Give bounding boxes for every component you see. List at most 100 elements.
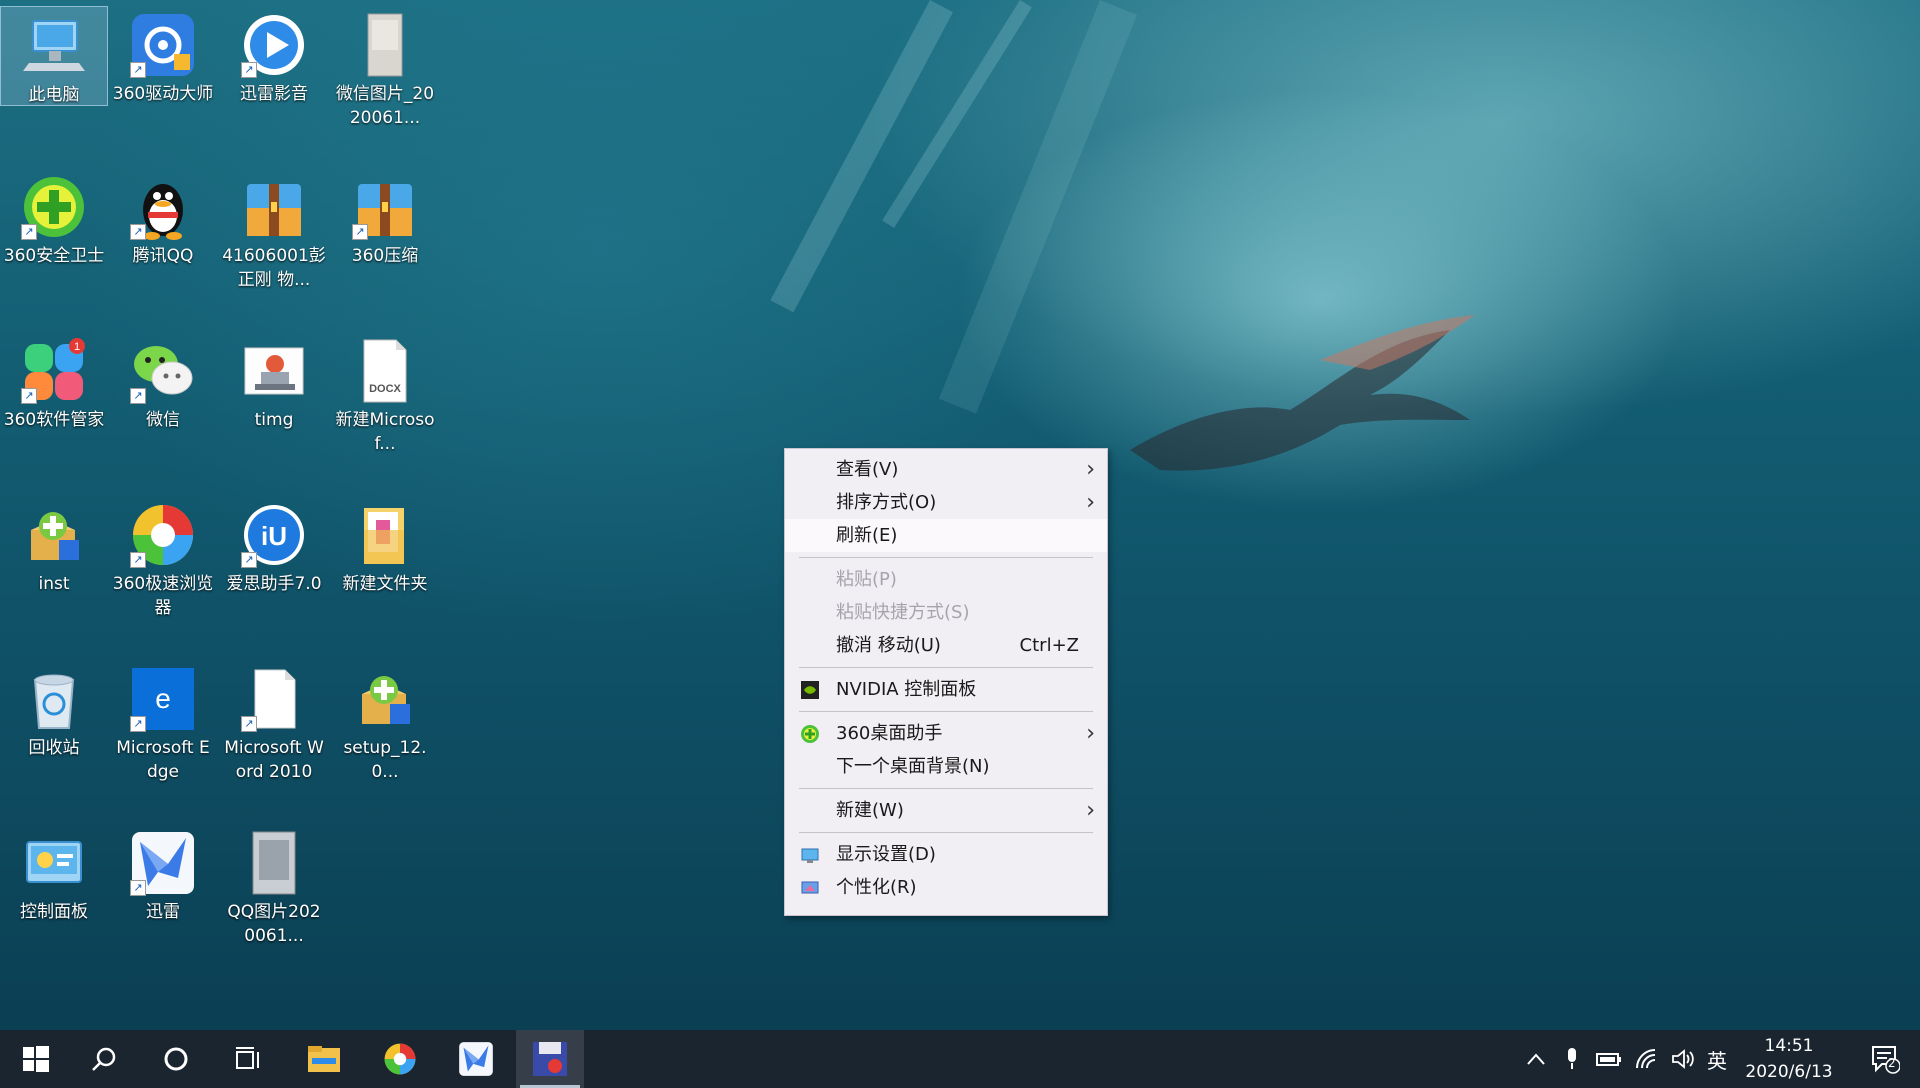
desktop-icon-i4-assistant[interactable]: iU ↗ 爱思助手7.0 bbox=[220, 496, 328, 596]
desktop-icon-label: 控制面板 bbox=[20, 902, 88, 922]
taskbar-recorder[interactable] bbox=[516, 1030, 584, 1088]
menu-item-new[interactable]: 新建(W) › bbox=[785, 794, 1107, 827]
volume-icon bbox=[1672, 1049, 1694, 1069]
menu-item-sort-by[interactable]: 排序方式(O) › bbox=[785, 486, 1107, 519]
menu-item-display-settings[interactable]: 显示设置(D) bbox=[785, 838, 1107, 871]
taskbar-360-browser[interactable] bbox=[364, 1030, 436, 1088]
desktop-icon-360-zip[interactable]: ↗ 360压缩 bbox=[331, 168, 439, 268]
action-center-button[interactable]: 2 bbox=[1860, 1030, 1910, 1088]
shortcut-arrow-icon: ↗ bbox=[21, 388, 37, 404]
search-button[interactable] bbox=[68, 1030, 140, 1088]
desktop-icon-label: 迅雷影音 bbox=[240, 84, 308, 104]
menu-item-view[interactable]: 查看(V) › bbox=[785, 453, 1107, 486]
menu-item-undo-move[interactable]: 撤消 移动(U) Ctrl+Z bbox=[785, 629, 1107, 662]
chevron-up-icon bbox=[1527, 1053, 1545, 1065]
shortcut-arrow-icon: ↗ bbox=[352, 224, 368, 240]
start-icon bbox=[23, 1046, 49, 1072]
image-file-icon bbox=[239, 828, 309, 898]
shortcut-arrow-icon: ↗ bbox=[130, 224, 146, 240]
desktop-icon-360-software-manager[interactable]: 1 ↗ 360软件管家 bbox=[0, 332, 108, 432]
menu-item-refresh[interactable]: 刷新(E) bbox=[785, 519, 1107, 552]
desktop-icon-qq-image[interactable]: QQ图片2020061... bbox=[220, 824, 328, 948]
desktop-icon-360-browser[interactable]: ↗ 360极速浏览器 bbox=[109, 496, 217, 620]
taskbar-xunlei[interactable] bbox=[440, 1030, 512, 1088]
desktop-icon-archive-41606001[interactable]: 41606001彭正刚 物... bbox=[220, 168, 328, 292]
menu-item-paste[interactable]: 粘贴(P) bbox=[785, 563, 1107, 596]
desktop-icon-label: 回收站 bbox=[28, 738, 80, 758]
desktop-icon-xunlei-player[interactable]: ↗ 迅雷影音 bbox=[220, 6, 328, 106]
light-ray bbox=[938, 0, 1138, 414]
desktop-icon-setup[interactable]: setup_12.0... bbox=[331, 660, 439, 784]
menu-item-next-background[interactable]: 下一个桌面背景(N) bbox=[785, 750, 1107, 783]
desktop-icon-label: 新建Microsof... bbox=[335, 410, 435, 454]
microphone-tray-button[interactable] bbox=[1556, 1030, 1588, 1088]
desktop-icon-this-pc[interactable]: 此电脑 bbox=[0, 6, 108, 106]
360-safe-icon: ↗ bbox=[19, 172, 89, 242]
edge-icon: e ↗ bbox=[128, 664, 198, 734]
menu-item-360-desktop-assistant[interactable]: 360桌面助手 › bbox=[785, 717, 1107, 750]
file-explorer-icon bbox=[308, 1046, 340, 1072]
display-icon bbox=[801, 848, 819, 863]
shortcut-arrow-icon: ↗ bbox=[130, 880, 146, 896]
desktop-icon-360-driver[interactable]: ↗ 360驱动大师 bbox=[109, 6, 217, 106]
light-ray bbox=[882, 0, 1032, 228]
360-browser-icon: ↗ bbox=[128, 500, 198, 570]
start-button[interactable] bbox=[0, 1030, 72, 1088]
installer-icon bbox=[19, 500, 89, 570]
desktop-icon-inst[interactable]: inst bbox=[0, 496, 108, 596]
word-doc-icon: ↗ bbox=[239, 664, 309, 734]
desktop-icon-label: 爱思助手7.0 bbox=[226, 574, 322, 594]
desktop-icon-360-safe[interactable]: ↗ 360安全卫士 bbox=[0, 168, 108, 268]
search-icon bbox=[92, 1047, 116, 1071]
menu-item-label: 新建(W) bbox=[836, 800, 904, 821]
menu-separator bbox=[799, 788, 1093, 789]
desktop-icon-new-docx[interactable]: DOCX 新建Microsof... bbox=[331, 332, 439, 456]
shortcut-arrow-icon: ↗ bbox=[21, 224, 37, 240]
desktop-icon-label: 360极速浏览器 bbox=[112, 574, 214, 618]
personalize-icon bbox=[801, 881, 819, 894]
image-file-icon bbox=[239, 336, 309, 406]
desktop-context-menu: 查看(V) › 排序方式(O) › 刷新(E) 粘贴(P) 粘贴快捷方式(S) … bbox=[784, 448, 1108, 916]
menu-item-label: 显示设置(D) bbox=[836, 844, 936, 865]
network-tray-button[interactable] bbox=[1630, 1030, 1664, 1088]
menu-item-label: 粘贴快捷方式(S) bbox=[836, 602, 970, 623]
recorder-icon bbox=[533, 1042, 567, 1076]
cortana-button[interactable] bbox=[140, 1030, 212, 1088]
desktop-icon-recycle-bin[interactable]: 回收站 bbox=[0, 660, 108, 760]
menu-item-paste-shortcut[interactable]: 粘贴快捷方式(S) bbox=[785, 596, 1107, 629]
desktop-icon-xunlei[interactable]: ↗ 迅雷 bbox=[109, 824, 217, 924]
menu-item-label: NVIDIA 控制面板 bbox=[836, 679, 977, 700]
battery-tray-button[interactable] bbox=[1592, 1030, 1626, 1088]
desktop-icon-wechat[interactable]: ↗ 微信 bbox=[109, 332, 217, 432]
menu-separator bbox=[799, 832, 1093, 833]
recycle-bin-icon bbox=[19, 664, 89, 734]
svg-text:e: e bbox=[155, 683, 171, 714]
show-hidden-icons-button[interactable] bbox=[1520, 1030, 1552, 1088]
taskbar-file-explorer[interactable] bbox=[288, 1030, 360, 1088]
menu-item-nvidia-control-panel[interactable]: NVIDIA 控制面板 bbox=[785, 673, 1107, 706]
desktop-icon-new-folder[interactable]: 新建文件夹 bbox=[331, 496, 439, 596]
desktop-icon-control-panel[interactable]: 控制面板 bbox=[0, 824, 108, 924]
input-method-indicator[interactable]: 英 bbox=[1702, 1030, 1732, 1088]
taskbar-clock[interactable]: 14:51 2020/6/13 bbox=[1734, 1030, 1844, 1088]
volume-tray-button[interactable] bbox=[1666, 1030, 1700, 1088]
desktop-icon-label: QQ图片2020061... bbox=[227, 902, 321, 946]
desktop-icon-timg[interactable]: timg bbox=[220, 332, 328, 432]
image-file-icon bbox=[350, 10, 420, 80]
desktop-icon-wechat-image[interactable]: 微信图片_2020061... bbox=[331, 6, 439, 130]
clock-date: 2020/6/13 bbox=[1745, 1062, 1833, 1082]
task-view-button[interactable] bbox=[212, 1030, 284, 1088]
desktop-icon-label: 迅雷 bbox=[146, 902, 180, 922]
menu-item-personalize[interactable]: 个性化(R) bbox=[785, 871, 1107, 904]
desktop-icon-edge[interactable]: e ↗ Microsoft Edge bbox=[109, 660, 217, 784]
nvidia-icon bbox=[801, 681, 819, 699]
task-view-icon bbox=[236, 1047, 259, 1069]
desktop-icon-label: 微信图片_2020061... bbox=[335, 84, 435, 128]
desktop-icon-qq[interactable]: ↗ 腾讯QQ bbox=[109, 168, 217, 268]
desktop-icon-label: 41606001彭正刚 物... bbox=[222, 246, 326, 290]
docx-file-icon: DOCX bbox=[350, 336, 420, 406]
archive-icon: ↗ bbox=[350, 172, 420, 242]
menu-item-label: 排序方式(O) bbox=[836, 492, 937, 513]
desktop-icon-word-2010[interactable]: ↗ Microsoft Word 2010 bbox=[220, 660, 328, 784]
chevron-right-icon: › bbox=[1086, 490, 1095, 515]
